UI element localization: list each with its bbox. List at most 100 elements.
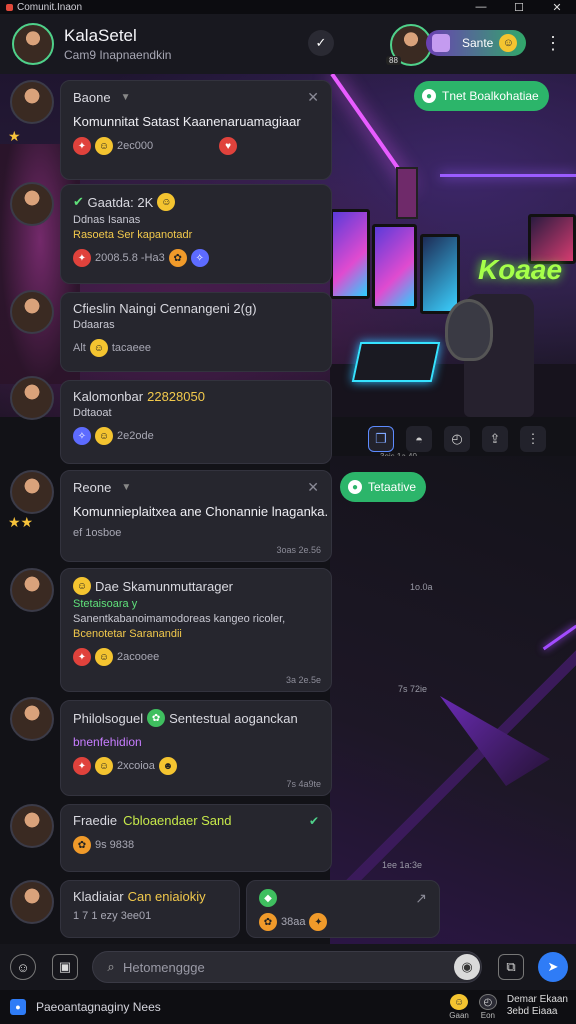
- message-tag: Cbloaendaer Sand: [123, 813, 232, 828]
- chat-header: KalaSetel Cam9 Inapnaendkin ✓ 88 Sante ☺…: [0, 14, 576, 74]
- channel-name[interactable]: KalaSetel: [64, 26, 171, 46]
- channel-avatar[interactable]: [12, 23, 54, 65]
- message-sub: Rasoeta Ser kapanotadr: [73, 229, 193, 241]
- chat-bubble-icon[interactable]: ◓: [406, 426, 432, 452]
- smile-emoji-icon[interactable]: ☺: [95, 427, 113, 445]
- message-card[interactable]: Cfieslin Naingi Cennangeni 2(g) Ddaaras …: [60, 292, 332, 372]
- reaction-icon[interactable]: ✿: [168, 249, 187, 267]
- message-card[interactable]: ☺ Dae Skamunmuttarager Stetaisoara y San…: [60, 568, 332, 692]
- check-icon: ✔: [308, 813, 319, 828]
- laugh-emoji-icon[interactable]: ☻: [158, 757, 177, 775]
- smile-emoji-icon[interactable]: ☺: [95, 648, 113, 666]
- status-item[interactable]: Demar Ekaan 3ebd Eiaaa: [507, 994, 568, 1018]
- reaction-icon[interactable]: ✿: [73, 836, 91, 854]
- reaction-icon[interactable]: ✦: [73, 137, 91, 155]
- check-icon: ✔: [73, 194, 88, 209]
- chevron-down-icon[interactable]: ▼: [121, 482, 131, 493]
- close-button[interactable]: ✕: [538, 0, 576, 14]
- avatar[interactable]: [10, 697, 54, 741]
- status-item[interactable]: ☺ Gaan: [449, 994, 469, 1020]
- avatar[interactable]: [10, 568, 54, 612]
- smile-emoji-icon[interactable]: ☺: [89, 339, 108, 357]
- message-sub: Sanentkabanoimamodoreas kangeo ricoler,: [73, 613, 286, 625]
- reaction-count: 2ec000: [117, 140, 154, 152]
- message-card[interactable]: Fraedie Cbloaendaer Sand ✔ ✿ 9s 9838: [60, 804, 332, 872]
- star-icon: ★: [8, 128, 21, 144]
- avatar[interactable]: [10, 80, 54, 124]
- message-card[interactable]: Baone ▼ ✕ Komunnitat Satast Kaanenaruama…: [60, 80, 332, 180]
- smile-emoji-icon[interactable]: ☺: [95, 757, 113, 775]
- trend-tag-pill[interactable]: ● Tetaative: [340, 472, 427, 502]
- message-card[interactable]: ◆ ↗ ✿ 38aa ✦: [246, 880, 440, 938]
- reaction-icon[interactable]: ✦: [73, 648, 91, 666]
- close-icon[interactable]: ✕: [307, 479, 319, 496]
- message-sub: Stetaisoara y: [73, 598, 138, 610]
- monitor: [330, 209, 370, 299]
- search-icon: ⌕: [107, 959, 115, 974]
- reaction-icon[interactable]: ✦: [73, 757, 91, 775]
- pill-label: Sante: [462, 36, 494, 50]
- message-sub: Ddtaoat: [73, 407, 112, 419]
- reaction-icon[interactable]: ✧: [73, 427, 91, 445]
- message-card[interactable]: ✔ Gaatda: 2K ☺ Ddnas Isanas Rasoeta Ser …: [60, 184, 332, 284]
- message-sender[interactable]: Reone: [73, 480, 111, 495]
- status-item[interactable]: ◴ Eon: [478, 994, 497, 1020]
- message-meta: ef 1osboe: [73, 527, 122, 539]
- tag-icon: ●: [422, 89, 436, 103]
- message-input[interactable]: [92, 951, 482, 983]
- message-sub: Bcenotetar Saranandii: [73, 628, 182, 640]
- attach-image-icon[interactable]: ▣: [52, 954, 78, 980]
- avatar[interactable]: [10, 804, 54, 848]
- clock-icon[interactable]: ◴: [444, 426, 470, 452]
- trend-tag-label: Tetaative: [368, 480, 417, 494]
- chevron-down-icon[interactable]: ▼: [121, 92, 131, 103]
- reaction-icon[interactable]: ✧: [190, 249, 209, 267]
- avatar[interactable]: [10, 470, 54, 514]
- avatar[interactable]: [10, 880, 54, 924]
- voice-icon[interactable]: ◉: [454, 954, 480, 980]
- avatar[interactable]: [10, 182, 54, 226]
- status-text: Paeoantagnaginy Nees: [36, 1000, 161, 1014]
- avatar[interactable]: [10, 290, 54, 334]
- reaction-icon[interactable]: ✦: [309, 913, 328, 931]
- message-card[interactable]: Kalomonbar 22828050 Ddtaoat ✧ ☺ 2e2ode: [60, 380, 332, 464]
- reaction-icon[interactable]: ✦: [73, 249, 91, 267]
- reaction-icon: ✿: [147, 709, 166, 727]
- message-sub: bnenfehidion: [73, 735, 142, 749]
- copy-icon[interactable]: ❐: [368, 426, 394, 452]
- message-tag: Can eniaiokiy: [127, 889, 206, 904]
- user-badge: 88: [386, 56, 401, 65]
- heart-icon[interactable]: ♥: [219, 137, 238, 155]
- more-menu-icon[interactable]: ⋮: [540, 30, 566, 56]
- message-sender[interactable]: Baone: [73, 90, 111, 105]
- message-card[interactable]: Kladiaiar Can eniaiokiy 1 7 1 ezy 3ee01: [60, 880, 240, 938]
- smile-emoji-icon[interactable]: ☺: [95, 137, 113, 155]
- message-card[interactable]: Philolsoguel ✿ Sentestual aoganckan bnen…: [60, 700, 332, 796]
- reply-icon[interactable]: ↗: [415, 890, 427, 907]
- avatar[interactable]: [10, 376, 54, 420]
- gif-icon[interactable]: ⧉: [498, 954, 524, 980]
- status-pill[interactable]: Sante ☺: [426, 30, 526, 56]
- message-title-rest: Sentestual aoganckan: [169, 710, 298, 726]
- star-icon: ★★: [8, 514, 34, 530]
- side-timestamp: 7s 72ie: [398, 684, 428, 694]
- clock-icon: ◴: [478, 994, 497, 1010]
- message-title: Gaatda: 2K: [87, 194, 154, 210]
- message-card[interactable]: Reone ▼ ✕ Komunnieplaitxea ane Chonannie…: [60, 470, 332, 562]
- shield-icon: ◆: [259, 889, 277, 907]
- maximize-button[interactable]: ☐: [500, 0, 538, 14]
- message-text: Komunnieplaitxea ane Chonannie lnaganka.: [73, 504, 329, 519]
- share-icon[interactable]: ⇪: [482, 426, 508, 452]
- shield-icon[interactable]: ✓: [308, 30, 334, 56]
- minimize-button[interactable]: —: [462, 0, 500, 14]
- message-meta: tacaeee: [111, 342, 151, 354]
- hero-tag-pill[interactable]: ● Tnet Boalkohatiae: [414, 81, 549, 111]
- close-icon[interactable]: ✕: [307, 89, 319, 106]
- message-timestamp: 7s 4a9te: [286, 779, 321, 789]
- send-button[interactable]: ➤: [538, 952, 568, 982]
- emoji-picker-icon[interactable]: ☺: [10, 954, 36, 980]
- more-icon[interactable]: ⋮: [520, 426, 546, 452]
- reaction-icon[interactable]: ✿: [259, 913, 277, 931]
- tag-icon: ●: [348, 480, 362, 494]
- gamer-figure: [445, 299, 493, 361]
